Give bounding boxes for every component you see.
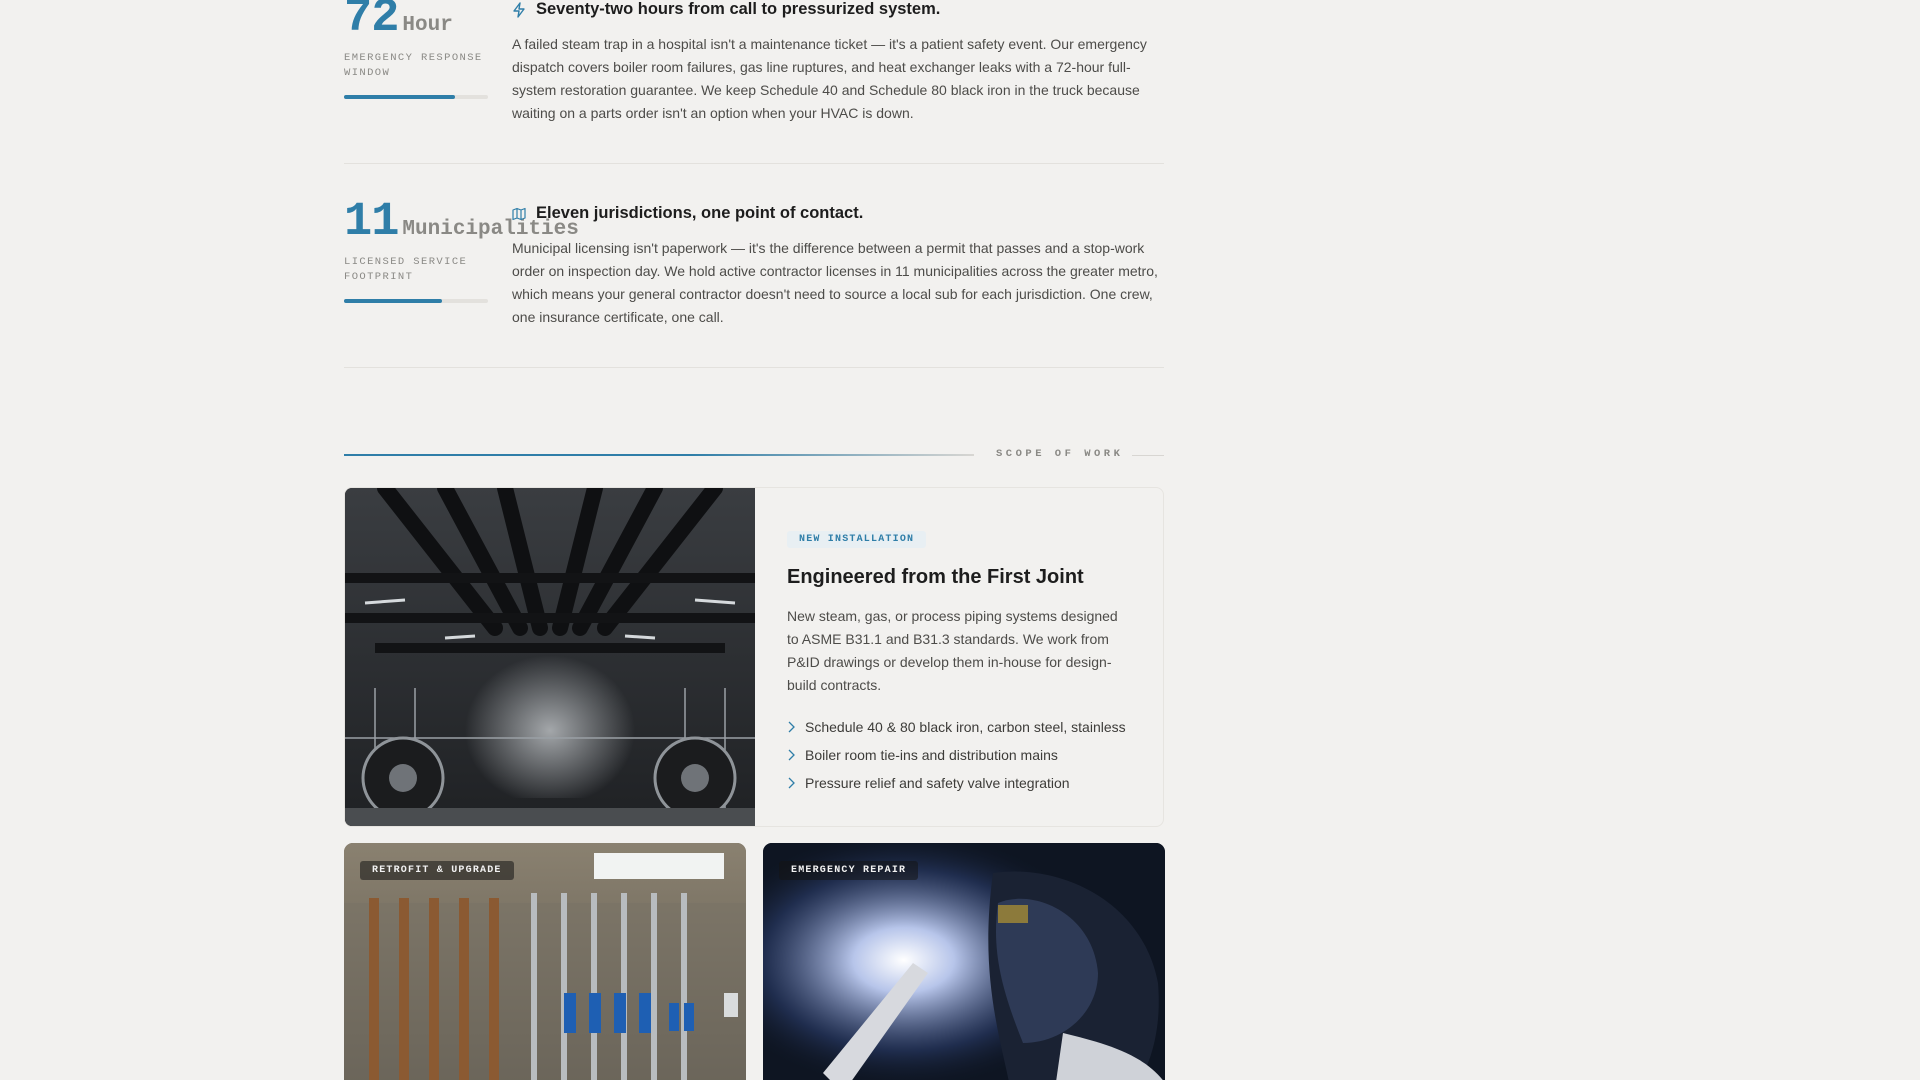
feature-title: Engineered from the First Joint <box>787 566 1084 588</box>
stat-body: A failed steam trap in a hospital isn't … <box>512 36 1147 121</box>
stat-description: Eleven jurisdictions, one point of conta… <box>512 204 1164 329</box>
stat-number: 72 <box>344 0 399 45</box>
chevron-right-icon <box>788 749 795 761</box>
list-item: Boiler room tie-ins and distribution mai… <box>787 741 1137 769</box>
industrial-boiler-room-photo <box>345 488 755 826</box>
stat-title: Eleven jurisdictions, one point of conta… <box>536 204 864 222</box>
boiler-room-illustration <box>345 488 755 826</box>
stat-progress-fill <box>344 299 442 304</box>
feature-content: NEW INSTALLATION Engineered from the Fir… <box>787 528 1137 797</box>
chevron-right-icon <box>788 777 795 789</box>
list-item-text: Schedule 40 & 80 black iron, carbon stee… <box>805 719 1126 735</box>
category-tag: EMERGENCY REPAIR <box>779 861 919 880</box>
stat-row-response: 72 Hour Emergency Response Window Sevent… <box>344 0 1164 164</box>
stat-progress-track <box>344 299 488 304</box>
map-icon <box>512 207 526 220</box>
section-accent-line <box>344 454 974 456</box>
list-item-text: Pressure relief and safety valve integra… <box>805 775 1070 791</box>
stat-description: Seventy-two hours from call to pressuriz… <box>512 0 1164 125</box>
category-tag: RETROFIT & UPGRADE <box>360 861 514 880</box>
stat-number: 11 <box>344 196 399 249</box>
stat-heading: Eleven jurisdictions, one point of conta… <box>512 204 1164 223</box>
stat-metric: 11 Municipalities Licensed Service Footp… <box>344 196 579 304</box>
section-label: SCOPE OF WORK <box>996 448 1124 460</box>
stat-progress-fill <box>344 95 455 100</box>
list-item: Pressure relief and safety valve integra… <box>787 769 1137 797</box>
stat-row-licensing: 11 Municipalities Licensed Service Footp… <box>344 198 1164 368</box>
lightning-icon <box>513 1 525 18</box>
stat-progress-track <box>344 95 488 100</box>
stat-caption: Licensed Service Footprint <box>344 256 468 284</box>
feature-body: New steam, gas, or process piping system… <box>787 608 1118 693</box>
service-card-retrofit[interactable]: RETROFIT & UPGRADE <box>344 843 746 1080</box>
service-card-emergency[interactable]: EMERGENCY REPAIR <box>763 843 1165 1080</box>
stat-number-group: 11 Municipalities <box>344 196 579 249</box>
section-rule <box>1132 455 1164 456</box>
row-divider <box>344 163 1164 164</box>
stat-unit: Hour <box>402 14 453 37</box>
row-divider <box>344 367 1164 368</box>
stat-body: Municipal licensing isn't paperwork — it… <box>512 240 1158 325</box>
list-item-text: Boiler room tie-ins and distribution mai… <box>805 747 1058 763</box>
list-item: Schedule 40 & 80 black iron, carbon stee… <box>787 713 1137 741</box>
section-heading: SCOPE OF WORK <box>344 446 1164 464</box>
stat-title: Seventy-two hours from call to pressuriz… <box>536 0 941 18</box>
category-tag: NEW INSTALLATION <box>787 531 927 548</box>
stat-number-group: 72 Hour <box>344 0 504 43</box>
stat-metric: 72 Hour Emergency Response Window <box>344 0 504 100</box>
feature-card-new-installation[interactable]: NEW INSTALLATION Engineered from the Fir… <box>344 487 1164 827</box>
chevron-right-icon <box>788 721 795 733</box>
feature-list: Schedule 40 & 80 black iron, carbon stee… <box>787 713 1137 797</box>
stat-caption: Emergency Response Window <box>344 52 483 80</box>
stat-heading: Seventy-two hours from call to pressuriz… <box>512 0 1164 19</box>
